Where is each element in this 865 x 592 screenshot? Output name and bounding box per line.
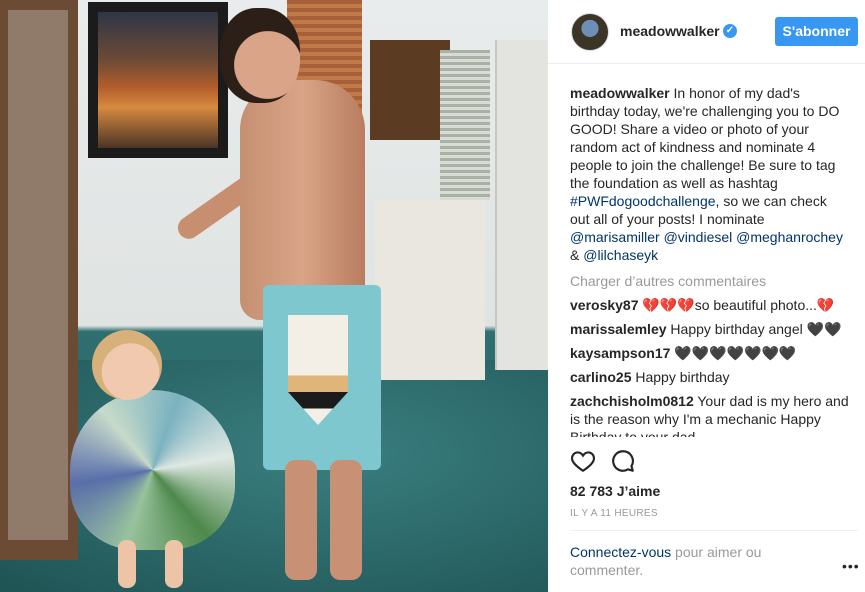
photo-door [0, 0, 78, 560]
comment: carlino25 Happy birthday [570, 368, 850, 386]
mention-link[interactable]: @lilchaseyk [583, 247, 658, 263]
photo-girl-dress [70, 390, 235, 550]
photo-counter [375, 200, 485, 380]
photo-man-head [220, 8, 300, 103]
comment-text: Happy birthday [631, 369, 730, 385]
comments-section[interactable]: meadowwalker In honor of my dad's birthd… [570, 84, 850, 437]
comment-icon[interactable] [610, 448, 636, 474]
mention-link[interactable]: @marisamiller [570, 229, 660, 245]
photo-shorts [263, 285, 381, 470]
post-photo[interactable] [0, 0, 548, 592]
comment-username[interactable]: marissalemley [570, 321, 667, 337]
post-actions [570, 448, 850, 474]
comment: marissalemley Happy birthday angel 🖤🖤 [570, 320, 850, 338]
photo-leg [285, 460, 317, 580]
login-link[interactable]: Connectez-vous [570, 544, 671, 560]
photo-girl-leg [118, 540, 136, 588]
login-prompt: Connectez-vous pour aimer ou commenter. [570, 543, 830, 579]
comment-text: 💔💔💔so beautiful photo...💔 [638, 297, 835, 313]
post-header: meadowwalker ✓ S'abonner [548, 0, 865, 64]
post-timestamp[interactable]: IL Y A 11 HEURES [570, 508, 658, 519]
verified-badge-icon: ✓ [723, 24, 737, 38]
photo-painting [88, 2, 228, 158]
comment: kaysampson17 🖤🖤🖤🖤🖤🖤🖤 [570, 344, 850, 362]
hashtag-link[interactable]: #PWFdogoodchallenge [570, 193, 716, 209]
comment-text: 🖤🖤🖤🖤🖤🖤🖤 [670, 345, 797, 361]
load-more-comments-link[interactable]: Charger d’autres commentaires [570, 272, 850, 290]
comment-username[interactable]: zachchisholm0812 [570, 393, 694, 409]
mention-link[interactable]: @meghanrochey [736, 229, 843, 245]
caption-text: & [570, 247, 584, 263]
avatar[interactable] [571, 13, 609, 51]
photo-girl-leg [165, 540, 183, 588]
comment-username[interactable]: carlino25 [570, 369, 631, 385]
photo-cabinet [370, 40, 450, 140]
follow-button[interactable]: S'abonner [775, 17, 858, 46]
photo-door-right [495, 40, 548, 370]
comment: zachchisholm0812 Your dad is my hero and… [570, 392, 850, 437]
caption: meadowwalker In honor of my dad's birthd… [570, 84, 850, 264]
photo-girl-head [92, 330, 162, 400]
comment: verosky87 💔💔💔so beautiful photo...💔 [570, 296, 850, 314]
comment-text: Happy birthday angel 🖤🖤 [666, 321, 842, 337]
likes-count[interactable]: 82 783 J’aime [570, 483, 660, 499]
comment-username[interactable]: verosky87 [570, 297, 639, 313]
post-side-panel: meadowwalker ✓ S'abonner meadowwalker In… [548, 0, 865, 592]
comment-username[interactable]: kaysampson17 [570, 345, 670, 361]
mention-link[interactable]: @vindiesel [664, 229, 733, 245]
heart-icon[interactable] [570, 448, 596, 474]
more-options-icon[interactable]: ••• [842, 558, 860, 574]
header-username[interactable]: meadowwalker [620, 23, 720, 39]
photo-window [440, 50, 490, 200]
photo-leg [330, 460, 362, 580]
instagram-post: meadowwalker ✓ S'abonner meadowwalker In… [0, 0, 865, 592]
divider [570, 530, 858, 531]
photo-man [240, 80, 365, 320]
caption-username[interactable]: meadowwalker [570, 85, 670, 101]
